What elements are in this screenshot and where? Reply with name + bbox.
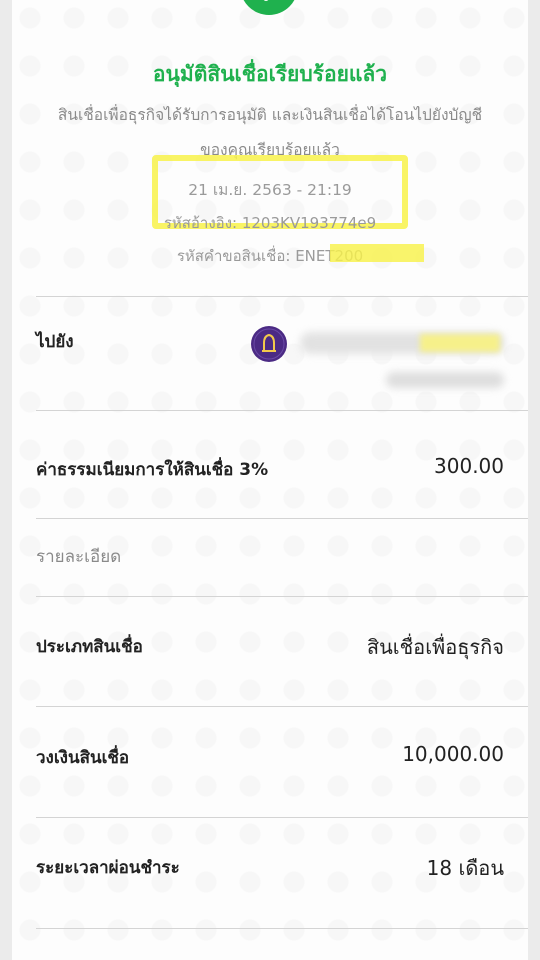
scb-bank-icon bbox=[251, 326, 287, 362]
loan-amount-label: วงเงินสินเชื่อ bbox=[36, 748, 130, 768]
installment-period-label: ระยะเวลาผ่อนชำระ bbox=[36, 858, 180, 878]
divider bbox=[36, 410, 528, 411]
redaction-highlight bbox=[330, 244, 424, 262]
details-section-label: รายละเอียด bbox=[36, 547, 122, 567]
status-title: อนุมัติสินเชื่อเรียบร้อยแล้ว bbox=[152, 62, 388, 86]
divider bbox=[36, 928, 528, 929]
reference-code: รหัสอ้างอิง: 1203KV193774e9 bbox=[163, 214, 377, 232]
loan-type-label: ประเภทสินเชื่อ bbox=[36, 637, 143, 657]
divider bbox=[36, 817, 528, 818]
divider bbox=[36, 296, 528, 297]
loan-type-value: สินเชื่อเพื่อธุรกิจ bbox=[366, 635, 504, 659]
divider bbox=[36, 706, 528, 707]
divider bbox=[36, 596, 528, 597]
fee-value: 300.00 bbox=[434, 454, 504, 478]
transaction-datetime: 21 เม.ย. 2563 - 21:19 bbox=[188, 181, 352, 199]
redaction-highlight bbox=[420, 334, 500, 352]
loan-amount-value: 10,000.00 bbox=[402, 742, 504, 766]
account-number-redacted bbox=[386, 372, 504, 388]
divider bbox=[36, 518, 528, 519]
check-icon bbox=[243, 0, 295, 15]
loan-request-id: รหัสคำขอสินเชื่อ: ENET200 bbox=[176, 247, 364, 265]
fee-label: ค่าธรรมเนียมการให้สินเชื่อ 3% bbox=[36, 460, 269, 480]
status-description-line1: สินเชื่อเพื่อธุรกิจได้รับการอนุมัติ และเ… bbox=[57, 106, 483, 124]
installment-period-value: 18 เดือน bbox=[426, 856, 504, 880]
to-label: ไปยัง bbox=[36, 332, 74, 352]
